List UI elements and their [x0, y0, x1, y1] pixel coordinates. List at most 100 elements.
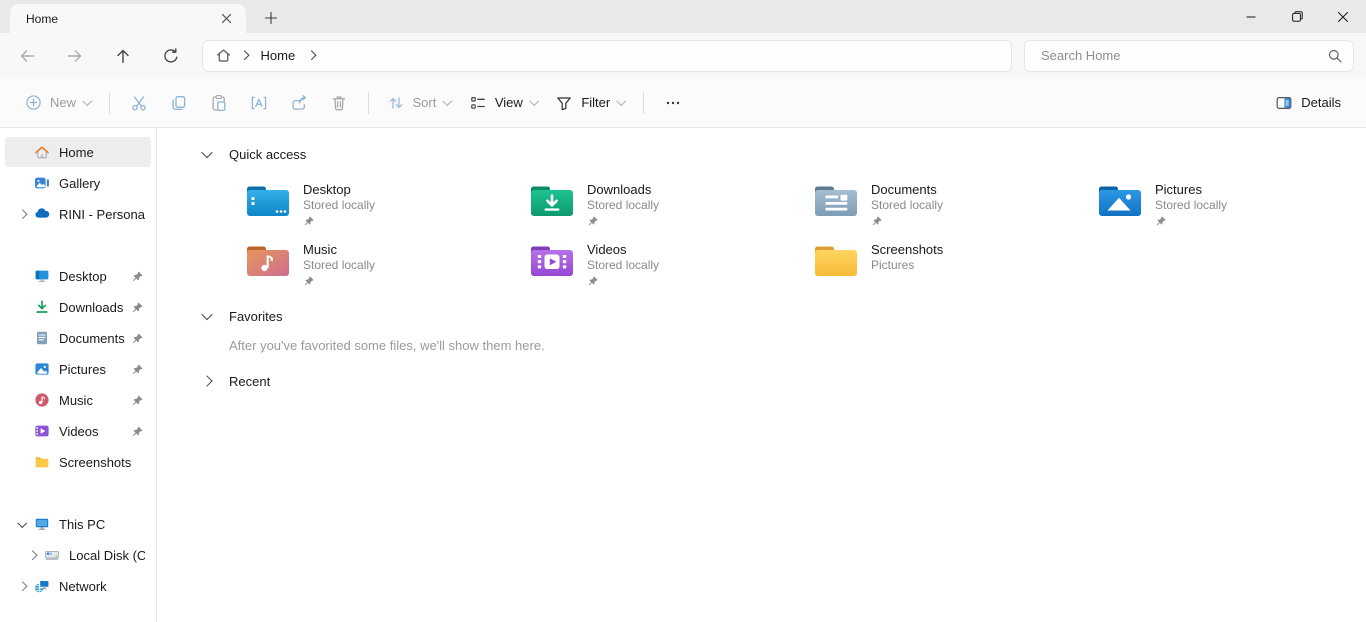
filter-button[interactable]: Filter — [546, 86, 633, 120]
chevron-right-icon[interactable] — [21, 552, 43, 559]
videos-folder-icon — [529, 242, 575, 280]
sidebar-item-label: Downloads — [59, 300, 130, 315]
new-button[interactable]: New — [16, 86, 100, 120]
chevron-right-icon[interactable] — [11, 211, 33, 218]
tile-subtitle: Stored locally — [587, 198, 659, 213]
sidebar-item-label: Documents — [59, 331, 130, 346]
new-tab-icon[interactable] — [256, 4, 286, 32]
section-title: Recent — [229, 374, 270, 389]
rename-icon[interactable] — [239, 86, 279, 120]
address-bar[interactable]: Home — [202, 40, 1012, 72]
folder-tile-videos[interactable]: Videos Stored locally — [529, 240, 813, 298]
chevron-down-icon — [529, 96, 538, 105]
toolbar-divider — [368, 92, 369, 114]
pin-icon — [871, 214, 943, 228]
sidebar-item-network[interactable]: Network — [5, 571, 151, 601]
delete-icon[interactable] — [319, 86, 359, 120]
folder-tile-pictures[interactable]: Pictures Stored locally — [1097, 180, 1366, 238]
tile-name: Music — [303, 242, 375, 258]
desktop-icon — [33, 268, 50, 284]
section-header-favorites[interactable]: Favorites — [197, 302, 1366, 330]
sidebar-item-desktop[interactable]: Desktop — [5, 261, 151, 291]
section-header-recent[interactable]: Recent — [197, 367, 1366, 395]
pin-icon — [130, 394, 145, 407]
sort-icon — [387, 94, 405, 112]
titlebar: Home — [0, 0, 1366, 33]
favorites-empty-message: After you've favorited some files, we'll… — [229, 338, 1366, 353]
folder-tile-desktop[interactable]: Desktop Stored locally — [245, 180, 529, 238]
copy-icon[interactable] — [159, 86, 199, 120]
videos-icon — [33, 423, 50, 439]
sidebar-item-gallery[interactable]: Gallery — [5, 168, 151, 198]
this-pc-icon — [33, 516, 50, 532]
tile-subtitle: Stored locally — [303, 258, 375, 273]
up-icon[interactable] — [106, 40, 140, 72]
downloads-icon — [33, 299, 50, 315]
forward-icon[interactable] — [58, 40, 92, 72]
view-button[interactable]: View — [460, 86, 546, 120]
chevron-down-icon[interactable] — [11, 521, 33, 528]
documents-icon — [33, 330, 50, 346]
breadcrumb-chevron-icon[interactable] — [308, 52, 315, 59]
chevron-right-icon[interactable] — [197, 377, 217, 385]
sidebar-spacer — [0, 230, 156, 260]
cut-icon[interactable] — [119, 86, 159, 120]
search-box — [1024, 40, 1354, 72]
more-options-icon[interactable] — [653, 86, 693, 120]
details-button[interactable]: Details — [1266, 86, 1350, 120]
folder-tile-music[interactable]: Music Stored locally — [245, 240, 529, 298]
sidebar-item-documents[interactable]: Documents — [5, 323, 151, 353]
tile-name: Documents — [871, 182, 943, 198]
file-explorer-window: Home — [0, 0, 1366, 622]
chevron-down-icon — [617, 96, 626, 105]
sidebar-item-label: RINI - Personal — [59, 207, 145, 222]
back-icon[interactable] — [10, 40, 44, 72]
breadcrumb-segment-home[interactable]: Home — [257, 46, 300, 65]
pin-icon — [303, 214, 375, 228]
close-icon[interactable] — [1320, 0, 1366, 33]
onedrive-cloud-icon — [33, 206, 50, 222]
sidebar-item-videos[interactable]: Videos — [5, 416, 151, 446]
pin-icon — [130, 425, 145, 438]
pin-icon — [130, 270, 145, 283]
chevron-down-icon[interactable] — [197, 312, 217, 320]
refresh-icon[interactable] — [154, 40, 188, 72]
chevron-down-icon — [443, 96, 452, 105]
network-icon — [33, 578, 50, 594]
breadcrumb-home-icon[interactable] — [215, 47, 232, 64]
tile-name: Pictures — [1155, 182, 1227, 198]
share-icon[interactable] — [279, 86, 319, 120]
sidebar-item-local-disk-c[interactable]: Local Disk (C:) — [15, 540, 151, 570]
tile-subtitle: Stored locally — [303, 198, 375, 213]
sidebar-item-downloads[interactable]: Downloads — [5, 292, 151, 322]
section-header-quick-access[interactable]: Quick access — [197, 140, 1366, 168]
search-input[interactable] — [1039, 47, 1327, 64]
command-bar: New Sort — [0, 78, 1366, 128]
tab-close-icon[interactable] — [214, 7, 238, 31]
search-icon[interactable] — [1327, 48, 1343, 64]
folder-tile-downloads[interactable]: Downloads Stored locally — [529, 180, 813, 238]
sidebar-item-onedrive[interactable]: RINI - Personal — [5, 199, 151, 229]
sidebar-item-home[interactable]: Home — [5, 137, 151, 167]
folder-tile-documents[interactable]: Documents Stored locally — [813, 180, 1097, 238]
sidebar-spacer — [0, 478, 156, 508]
sidebar-item-screenshots[interactable]: Screenshots — [5, 447, 151, 477]
minimize-icon[interactable] — [1228, 0, 1274, 33]
chevron-right-icon[interactable] — [11, 583, 33, 590]
view-button-label: View — [495, 95, 523, 110]
sidebar-item-this-pc[interactable]: This PC — [5, 509, 151, 539]
restore-icon[interactable] — [1274, 0, 1320, 33]
sidebar-item-music[interactable]: Music — [5, 385, 151, 415]
sort-button-label: Sort — [413, 95, 437, 110]
section-title: Favorites — [229, 309, 282, 324]
sort-button[interactable]: Sort — [378, 86, 460, 120]
downloads-folder-icon — [529, 182, 575, 220]
documents-folder-icon — [813, 182, 859, 220]
sidebar-item-pictures[interactable]: Pictures — [5, 354, 151, 384]
paste-icon[interactable] — [199, 86, 239, 120]
chevron-down-icon[interactable] — [197, 150, 217, 158]
tab-home[interactable]: Home — [10, 4, 246, 33]
folder-tile-screenshots[interactable]: Screenshots Pictures — [813, 240, 1097, 298]
filter-icon — [555, 94, 573, 112]
tile-subtitle: Stored locally — [587, 258, 659, 273]
